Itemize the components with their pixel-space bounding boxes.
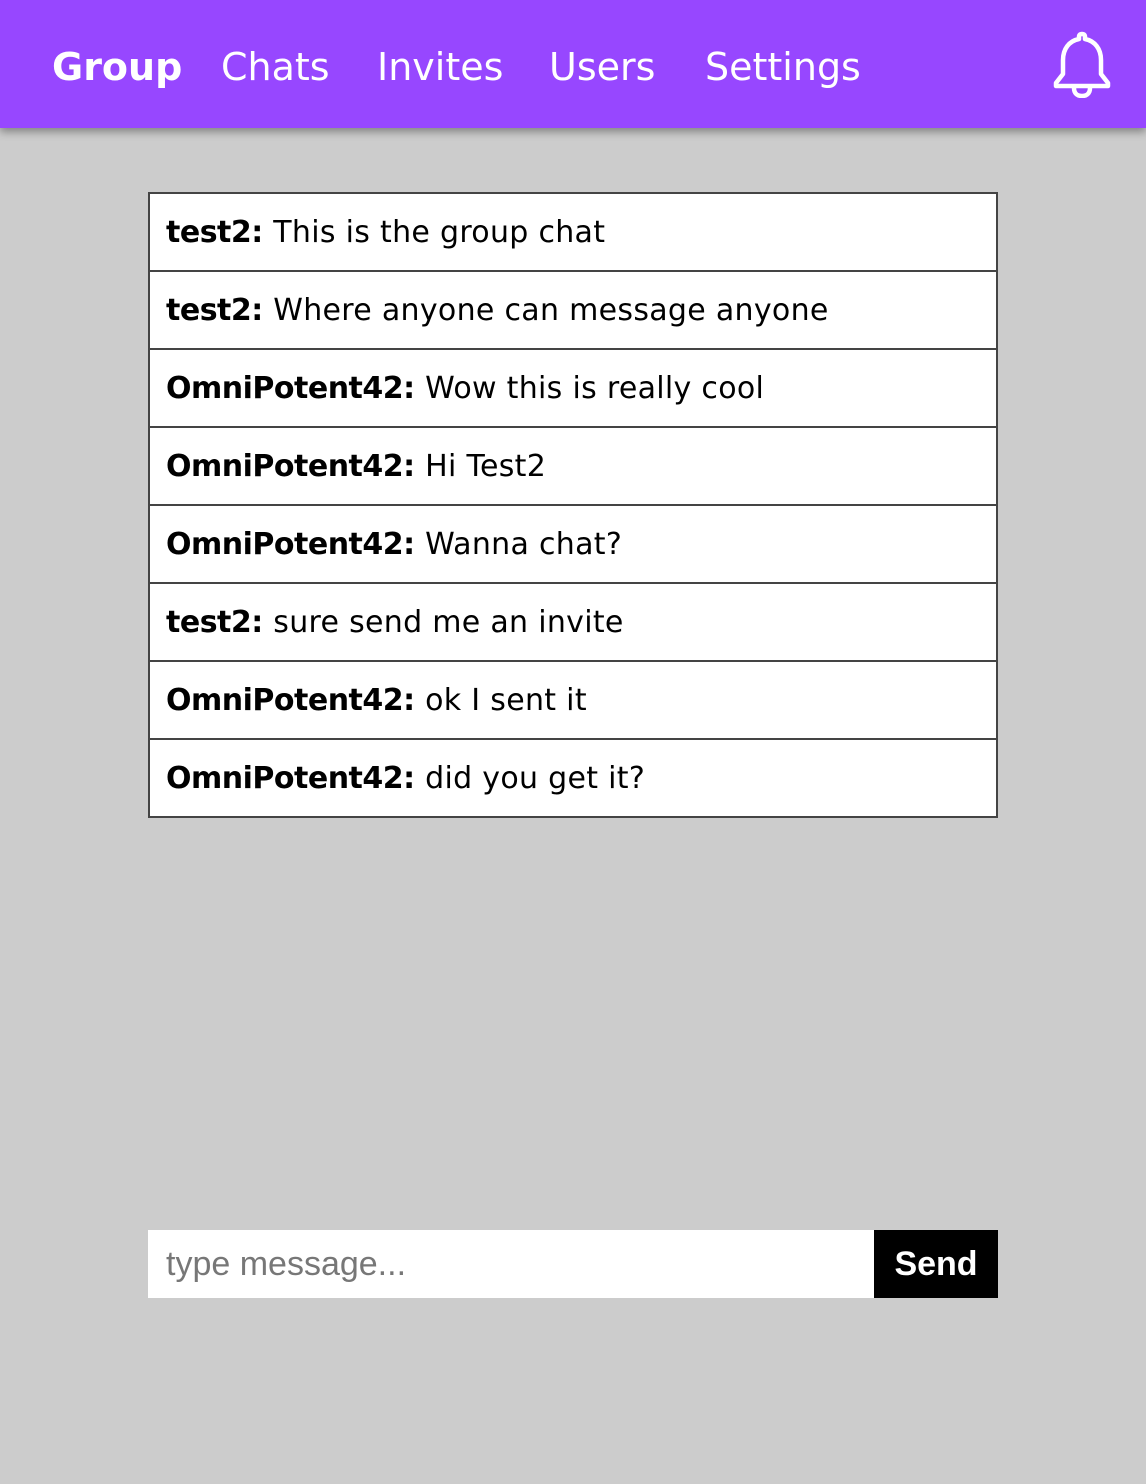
send-button[interactable]: Send: [874, 1230, 998, 1298]
message-row: test2: sure send me an invite: [150, 584, 996, 662]
author-separator: :: [251, 214, 264, 250]
message-row: OmniPotent42: Wow this is really cool: [150, 350, 996, 428]
nav-chats[interactable]: Chats: [221, 40, 330, 94]
author-separator: :: [251, 604, 264, 640]
message-row: OmniPotent42: Wanna chat?: [150, 506, 996, 584]
message-row: test2: This is the group chat: [150, 194, 996, 272]
message-author: OmniPotent42: [166, 682, 404, 718]
message-text: This is the group chat: [273, 214, 606, 250]
message-text: ok I sent it: [425, 682, 587, 718]
message-text: Wanna chat?: [425, 526, 623, 562]
author-separator: :: [403, 760, 416, 796]
message-author: OmniPotent42: [166, 760, 404, 796]
message-text: did you get it?: [425, 760, 646, 796]
message-text: Where anyone can message anyone: [273, 292, 829, 328]
message-text: Wow this is really cool: [425, 370, 765, 406]
message-row: OmniPotent42: did you get it?: [150, 740, 996, 816]
bell-icon[interactable]: [1050, 30, 1114, 99]
message-list: test2: This is the group chat test2: Where …: [148, 192, 998, 818]
message-author: test2: [166, 604, 252, 640]
message-author: test2: [166, 292, 252, 328]
message-text: Hi Test2: [425, 448, 547, 484]
author-separator: :: [403, 448, 416, 484]
message-author: OmniPotent42: [166, 526, 404, 562]
message-author: test2: [166, 214, 252, 250]
author-separator: :: [403, 682, 416, 718]
message-composer: Send: [148, 1230, 998, 1298]
author-separator: :: [403, 526, 416, 562]
nav-users[interactable]: Users: [549, 40, 655, 94]
message-text: sure send me an invite: [273, 604, 624, 640]
message-row: OmniPotent42: ok I sent it: [150, 662, 996, 740]
nav-settings[interactable]: Settings: [705, 40, 861, 94]
author-separator: :: [251, 292, 264, 328]
message-row: test2: Where anyone can message anyone: [150, 272, 996, 350]
top-navbar: Group Chats Invites Users Settings: [0, 0, 1146, 128]
message-row: OmniPotent42: Hi Test2: [150, 428, 996, 506]
message-input[interactable]: [148, 1230, 874, 1298]
nav-invites[interactable]: Invites: [377, 40, 503, 94]
author-separator: :: [403, 370, 416, 406]
nav-group[interactable]: Group: [52, 40, 182, 94]
message-author: OmniPotent42: [166, 370, 404, 406]
message-author: OmniPotent42: [166, 448, 404, 484]
